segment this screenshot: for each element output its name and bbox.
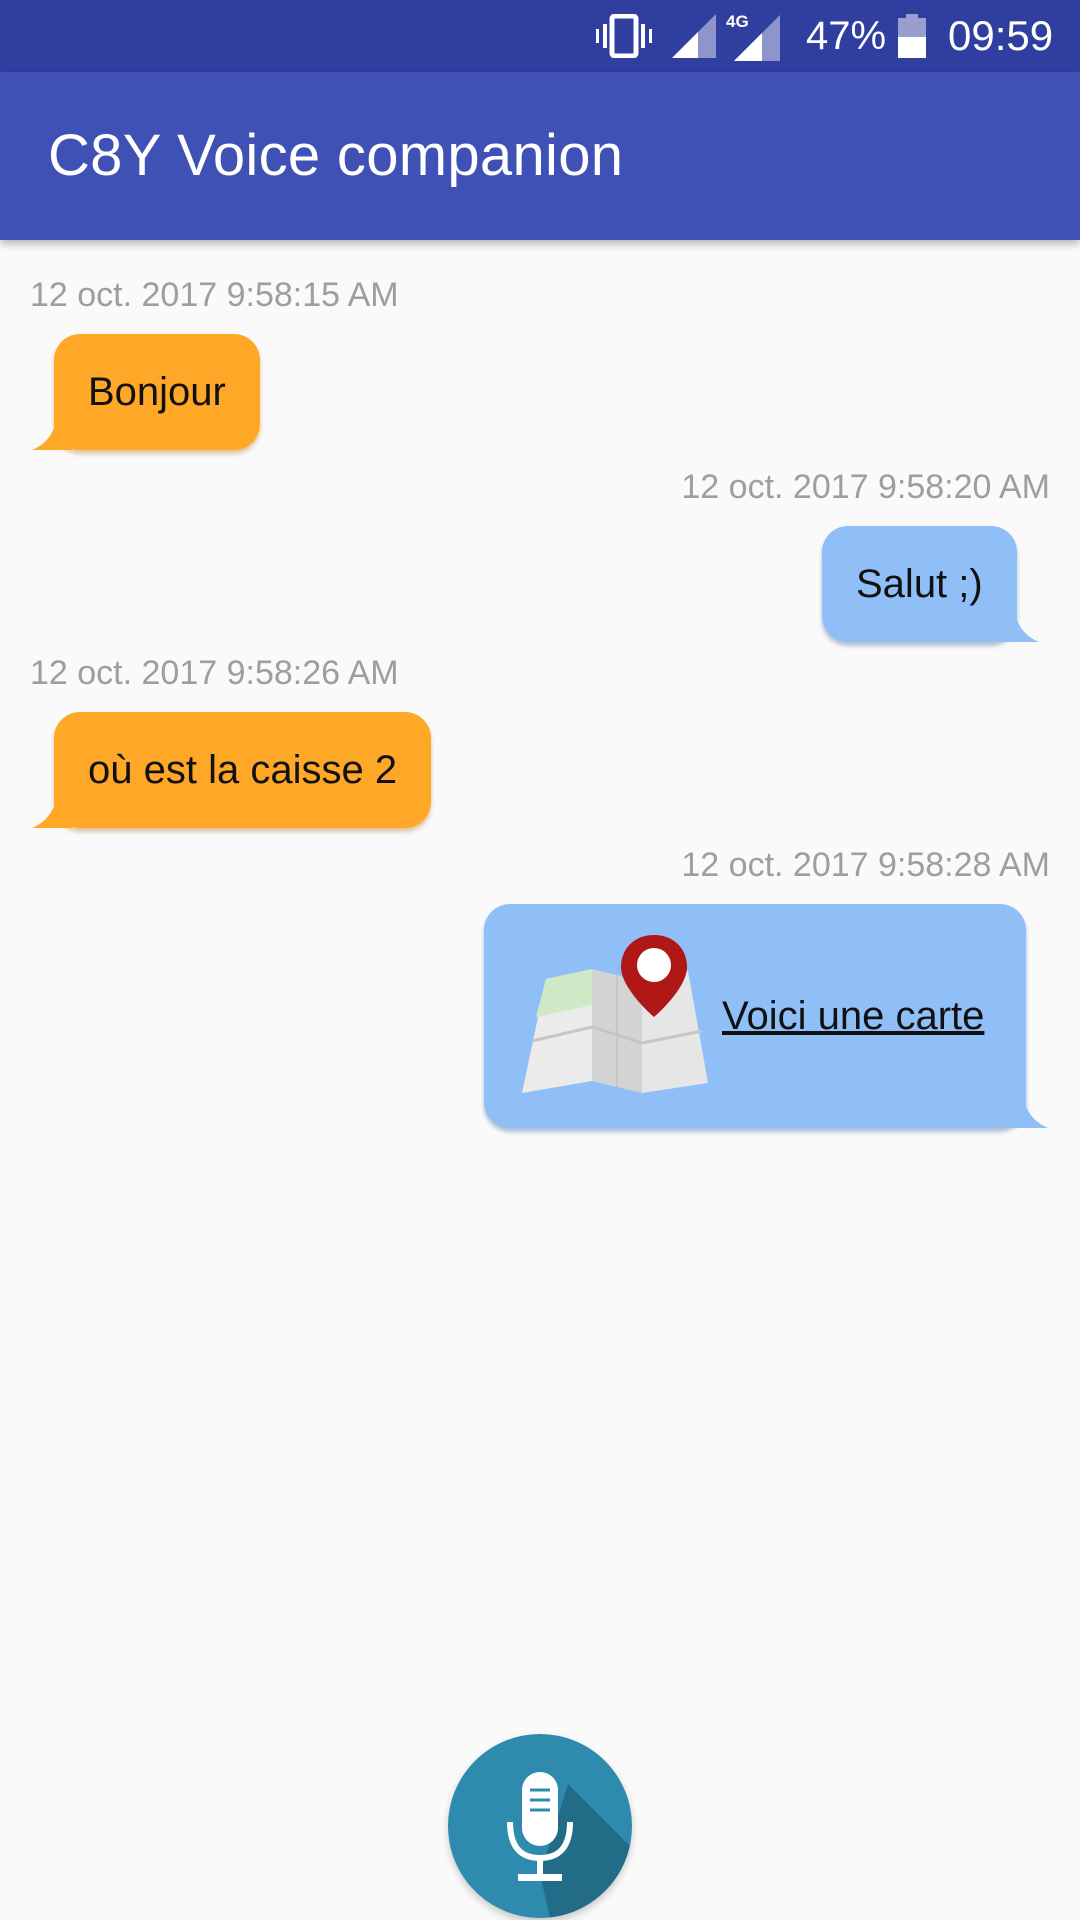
message-text: Salut ;): [856, 561, 983, 606]
message-timestamp: 12 oct. 2017 9:58:28 AM: [681, 846, 1050, 884]
message-text: Bonjour: [88, 369, 226, 414]
map-link[interactable]: Voici une carte: [722, 994, 984, 1039]
svg-text:4G: 4G: [726, 12, 749, 31]
bubble-tail: [32, 788, 72, 828]
message-text: où est la caisse 2: [88, 747, 398, 792]
message-timestamp: 12 oct. 2017 9:58:15 AM: [30, 276, 399, 314]
app-bar: C8Y Voice companion: [0, 72, 1080, 240]
message-timestamp: 12 oct. 2017 9:58:20 AM: [681, 468, 1050, 506]
clock: 09:59: [948, 12, 1054, 59]
vibrate-icon: [596, 0, 652, 72]
incoming-message-bubble: Bonjour: [32, 334, 260, 450]
bubble-tail: [998, 602, 1039, 642]
incoming-message-bubble: où est la caisse 2: [32, 712, 432, 828]
battery-percent: 47%: [806, 13, 887, 58]
battery-icon: [898, 0, 926, 72]
outgoing-map-bubble: Voici une carte: [484, 904, 1048, 1128]
app-title: C8Y Voice companion: [48, 123, 624, 188]
map-pin-icon: [522, 935, 708, 1093]
message-timestamp: 12 oct. 2017 9:58:26 AM: [30, 654, 399, 692]
bubble-tail: [32, 410, 72, 450]
signal-icon: [672, 0, 716, 72]
signal-4g-icon: 4G: [726, 0, 780, 72]
outgoing-message-bubble: Salut ;): [822, 526, 1039, 642]
microphone-icon: [507, 1772, 632, 1918]
microphone-button[interactable]: [448, 1734, 632, 1918]
bubble-tail: [1008, 1088, 1048, 1128]
status-bar: 4G 47% 09:59: [0, 0, 1080, 72]
